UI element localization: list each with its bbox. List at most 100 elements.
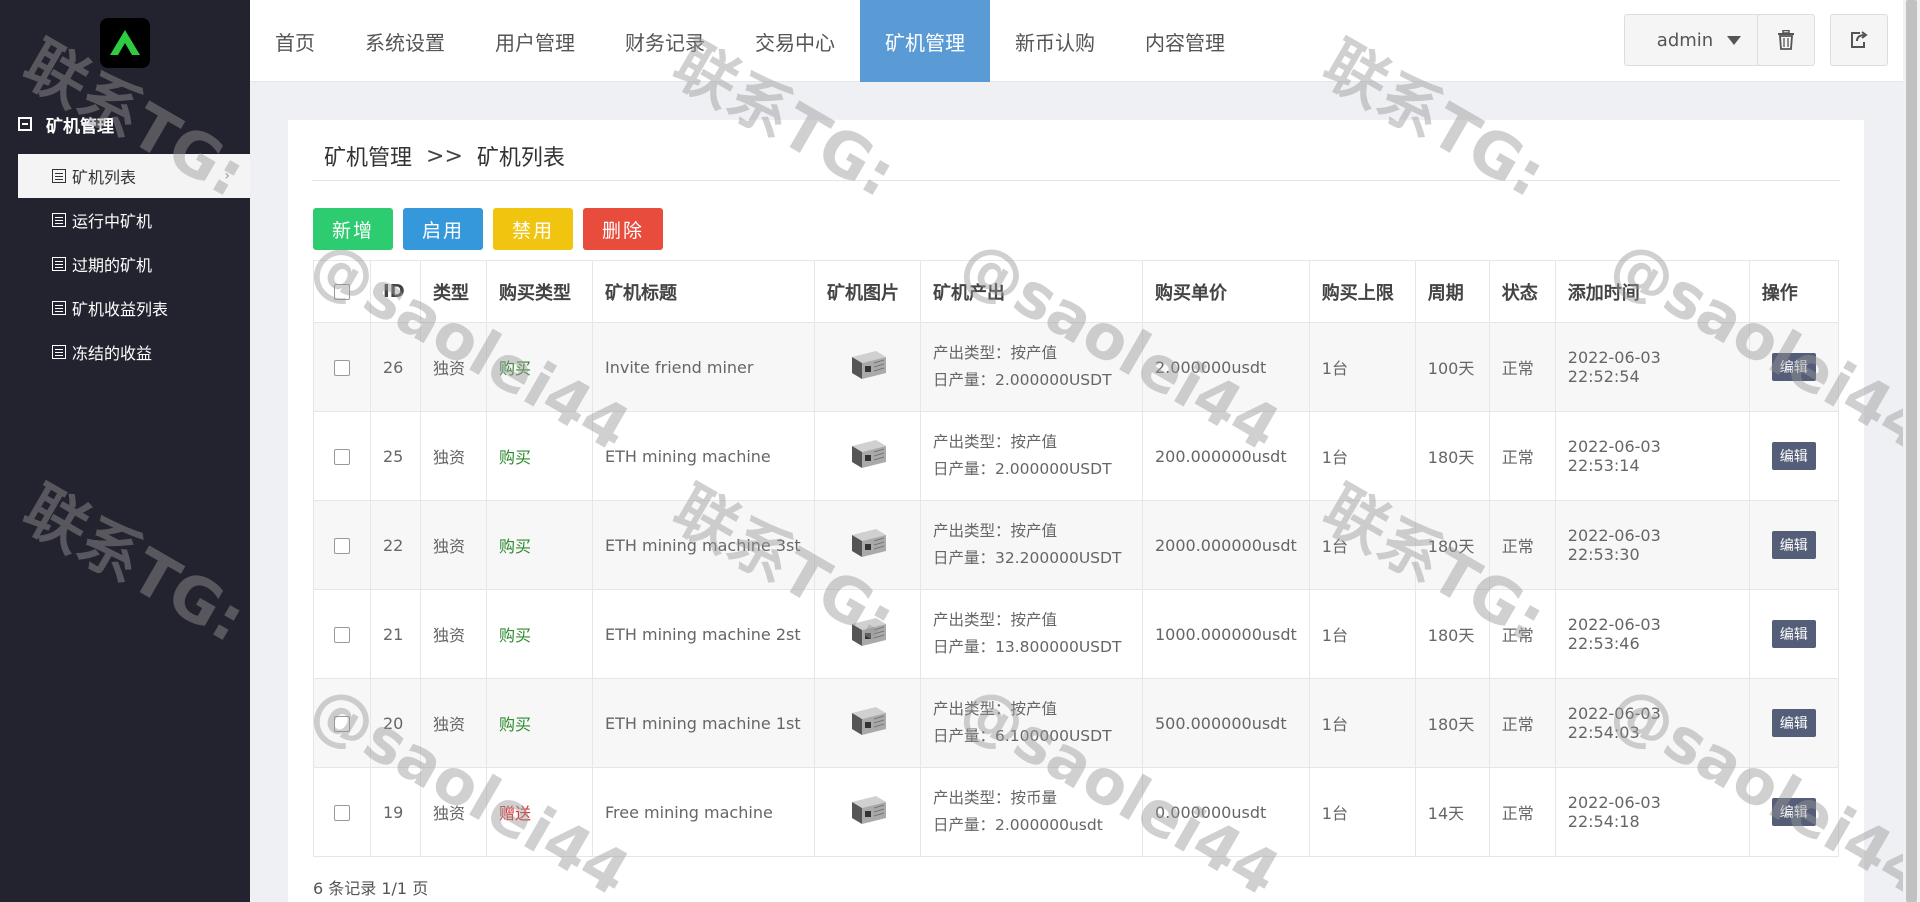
- cell-output: 产出类型：按产值 日产量：13.800000USDT: [920, 589, 1143, 679]
- table-row: 19 独资 赠送 Free mining machine 产出类型：按币量 日产量：2.0…: [313, 767, 1839, 857]
- cell-cycle: 180天: [1414, 411, 1490, 501]
- edit-button[interactable]: 编辑: [1771, 442, 1816, 470]
- miner-image: [846, 792, 890, 828]
- cell-limit: 1台: [1308, 411, 1416, 501]
- cell-added-time: 2022-06-03 22:54:18: [1554, 767, 1750, 857]
- select-all-cell[interactable]: [313, 260, 371, 323]
- cell-id: 25: [370, 411, 421, 501]
- cell-price: 500.000000usdt: [1142, 678, 1310, 768]
- col-header-price: 购买单价: [1142, 260, 1310, 323]
- cell-title: ETH mining machine 2st: [592, 589, 815, 679]
- disable-button[interactable]: 禁用: [493, 208, 573, 250]
- nav-tab-user-management[interactable]: 用户管理: [470, 0, 600, 82]
- output-daily: 日产量：6.100000USDT: [933, 727, 1112, 745]
- nav-tab-finance-records[interactable]: 财务记录: [600, 0, 730, 82]
- nav-tab-new-coin-subscription[interactable]: 新币认购: [990, 0, 1120, 82]
- content-panel: 矿机管理 >> 矿机列表 新增 启用 禁用 删除 ID 类型 购买类型 矿机标题…: [288, 120, 1864, 902]
- edit-button[interactable]: 编辑: [1771, 620, 1816, 648]
- miner-image: [846, 436, 890, 472]
- row-select-cell[interactable]: [313, 678, 371, 768]
- cell-limit: 1台: [1308, 767, 1416, 857]
- cell-status: 正常: [1488, 322, 1556, 412]
- list-icon: [52, 301, 66, 315]
- row-select-cell[interactable]: [313, 589, 371, 679]
- toolbar: 新增 启用 禁用 删除: [313, 208, 663, 250]
- row-checkbox[interactable]: [334, 627, 350, 643]
- col-header-actions: 操作: [1748, 260, 1839, 323]
- cell-status: 正常: [1488, 500, 1556, 590]
- add-button[interactable]: 新增: [313, 208, 393, 250]
- row-checkbox[interactable]: [334, 716, 350, 732]
- caret-down-icon: [1727, 35, 1742, 45]
- miner-image: [846, 614, 890, 650]
- nav-tab-trading-center[interactable]: 交易中心: [730, 0, 860, 82]
- select-all-checkbox[interactable]: [334, 284, 350, 300]
- logo[interactable]: [100, 18, 150, 68]
- cell-added-time: 2022-06-03 22:54:03: [1554, 678, 1750, 768]
- row-checkbox[interactable]: [334, 805, 350, 821]
- col-header-image: 矿机图片: [814, 260, 921, 323]
- output-daily: 日产量：13.800000USDT: [933, 638, 1122, 656]
- col-header-buy-type: 购买类型: [486, 260, 593, 323]
- nav-tab-system-settings[interactable]: 系统设置: [340, 0, 470, 82]
- edit-button[interactable]: 编辑: [1771, 531, 1816, 559]
- collapse-icon[interactable]: [18, 117, 32, 131]
- cell-id: 21: [370, 589, 421, 679]
- table-row: 20 独资 购买 ETH mining machine 1st 产出类型：按产值 日产量：…: [313, 678, 1839, 768]
- clear-cache-button[interactable]: [1757, 14, 1815, 66]
- row-select-cell[interactable]: [313, 322, 371, 412]
- miner-image: [846, 347, 890, 383]
- table-header-row: ID 类型 购买类型 矿机标题 矿机图片 矿机产出 购买单价 购买上限 周期 状…: [313, 260, 1839, 323]
- cell-added-time: 2022-06-03 22:53:30: [1554, 500, 1750, 590]
- list-icon: [52, 169, 66, 183]
- cell-id: 26: [370, 322, 421, 412]
- sidebar-item-miner-list[interactable]: 矿机列表 ›: [18, 154, 250, 198]
- cell-added-time: 2022-06-03 22:53:46: [1554, 589, 1750, 679]
- col-header-type: 类型: [420, 260, 487, 323]
- breadcrumb-current: 矿机列表: [476, 146, 565, 171]
- trash-icon: [1778, 30, 1794, 50]
- top-nav: 首页 系统设置 用户管理 财务记录 交易中心 矿机管理 新币认购 内容管理 ad…: [250, 0, 1920, 82]
- sidebar-item-expired-miners[interactable]: 过期的矿机: [18, 242, 250, 286]
- row-select-cell[interactable]: [313, 500, 371, 590]
- logo-icon: [110, 30, 140, 55]
- vertical-scrollbar[interactable]: [1903, 0, 1920, 902]
- cell-buy-type: 购买: [486, 500, 593, 590]
- cell-output: 产出类型：按产值 日产量：32.200000USDT: [920, 500, 1143, 590]
- cell-price: 200.000000usdt: [1142, 411, 1310, 501]
- row-select-cell[interactable]: [313, 411, 371, 501]
- nav-tab-miner-management[interactable]: 矿机管理: [860, 0, 990, 82]
- col-header-id: ID: [370, 260, 421, 323]
- nav-tab-home[interactable]: 首页: [250, 0, 340, 82]
- sidebar-item-running-miners[interactable]: 运行中矿机: [18, 198, 250, 242]
- sidebar-section-title[interactable]: 矿机管理: [18, 110, 114, 138]
- edit-button[interactable]: 编辑: [1771, 353, 1816, 381]
- cell-image: [814, 322, 921, 412]
- logout-button[interactable]: [1830, 14, 1888, 66]
- sidebar-item-frozen-earnings[interactable]: 冻结的收益: [18, 330, 250, 374]
- edit-button[interactable]: 编辑: [1771, 798, 1816, 826]
- edit-button[interactable]: 编辑: [1771, 709, 1816, 737]
- row-checkbox[interactable]: [334, 360, 350, 376]
- sidebar-item-miner-earnings[interactable]: 矿机收益列表: [18, 286, 250, 330]
- scrollbar-thumb[interactable]: [1906, 0, 1917, 902]
- logout-icon: [1851, 31, 1868, 48]
- cell-type: 独资: [420, 678, 487, 768]
- chevron-right-icon: ›: [224, 168, 230, 184]
- cell-actions: 编辑: [1748, 678, 1839, 768]
- sidebar-menu: 矿机列表 › 运行中矿机 过期的矿机 矿机收益列表 冻结的收益: [18, 154, 250, 374]
- divider: [312, 180, 1840, 181]
- cell-image: [814, 767, 921, 857]
- row-checkbox[interactable]: [334, 449, 350, 465]
- cell-title: ETH mining machine 1st: [592, 678, 815, 768]
- sidebar-item-label: 过期的矿机: [72, 256, 153, 275]
- breadcrumb-root[interactable]: 矿机管理: [324, 140, 412, 172]
- row-select-cell[interactable]: [313, 767, 371, 857]
- delete-button[interactable]: 删除: [583, 208, 663, 250]
- admin-dropdown[interactable]: admin: [1624, 14, 1774, 66]
- cell-buy-type: 购买: [486, 589, 593, 679]
- nav-tab-content-management[interactable]: 内容管理: [1120, 0, 1250, 82]
- cell-output: 产出类型：按产值 日产量：2.000000USDT: [920, 322, 1143, 412]
- enable-button[interactable]: 启用: [403, 208, 483, 250]
- row-checkbox[interactable]: [334, 538, 350, 554]
